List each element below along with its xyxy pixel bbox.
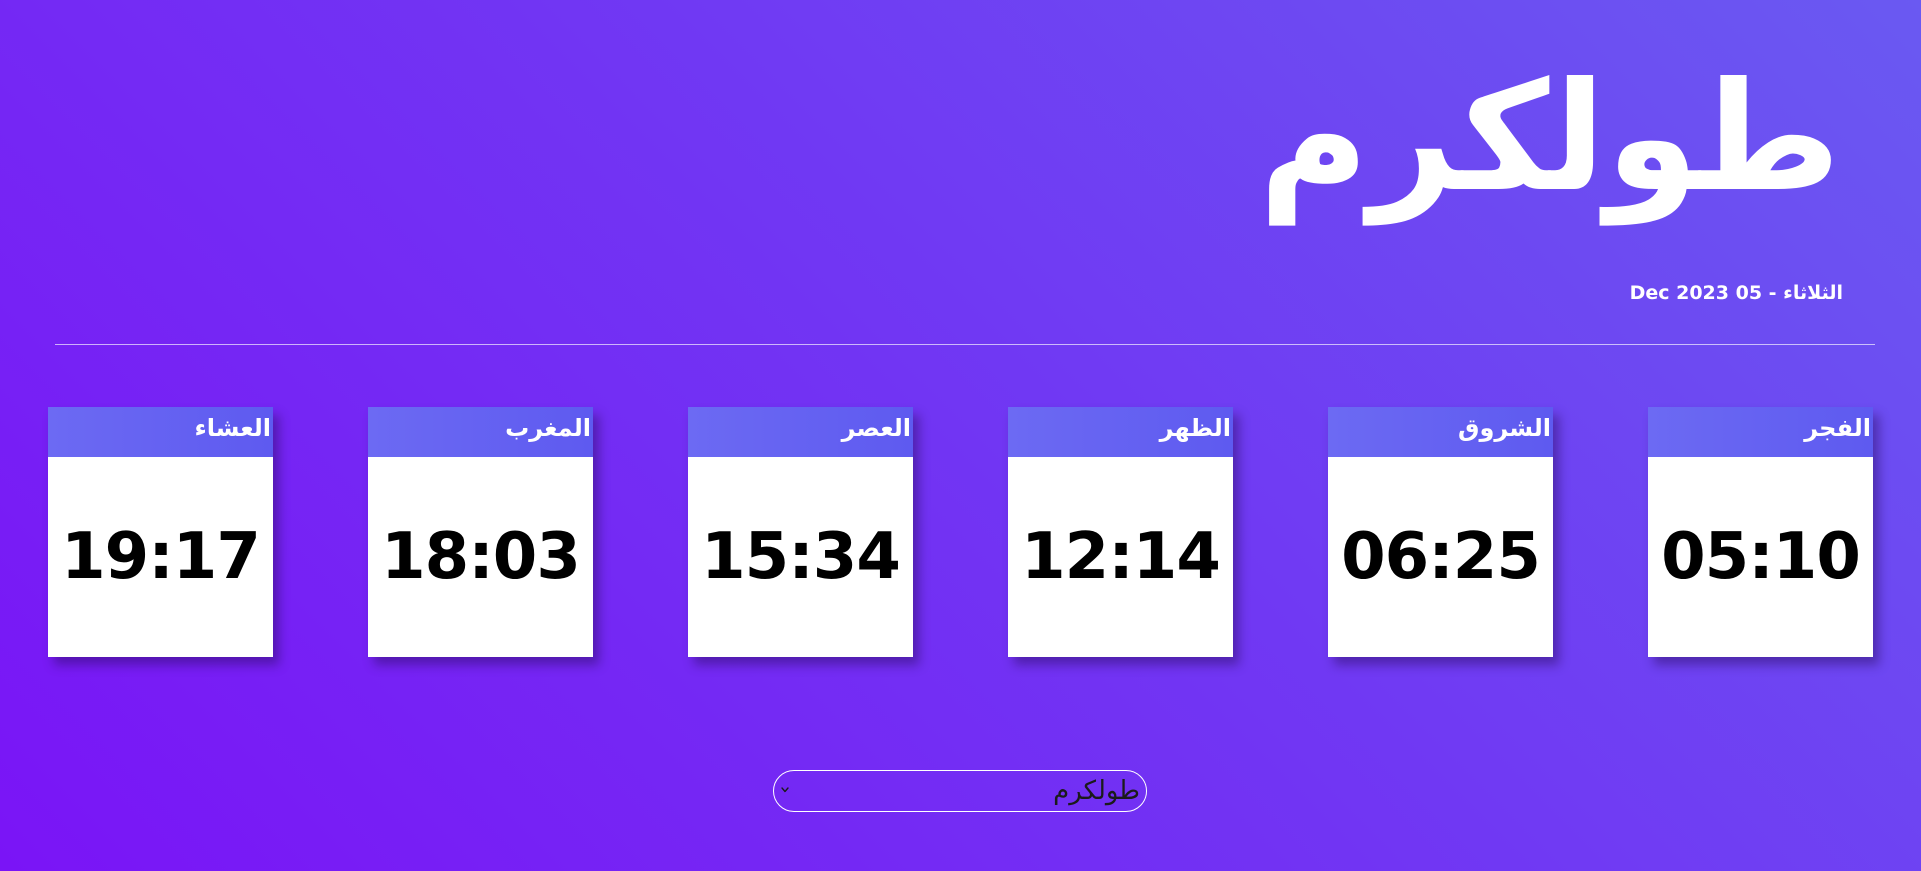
prayer-name: العصر <box>841 414 911 442</box>
prayer-card-header: العشاء <box>48 407 273 457</box>
prayer-name: الظهر <box>1159 414 1231 442</box>
header-divider <box>55 344 1875 345</box>
prayer-time: 12:14 <box>1021 520 1221 594</box>
prayer-card-maghrib: المغرب 18:03 <box>368 407 593 657</box>
prayer-card-header: الشروق <box>1328 407 1553 457</box>
city-select[interactable]: طولكرم <box>773 770 1147 812</box>
prayer-time: 19:17 <box>61 520 261 594</box>
prayer-time: 06:25 <box>1341 520 1541 594</box>
prayer-time: 18:03 <box>381 520 581 594</box>
prayer-times-page: طولكرم الثلاثاء - 05 Dec 2023 الفجر 05:1… <box>0 0 1921 871</box>
prayer-card-header: الظهر <box>1008 407 1233 457</box>
prayer-name: المغرب <box>505 414 591 442</box>
prayer-card-fajr: الفجر 05:10 <box>1648 407 1873 657</box>
prayer-time: 05:10 <box>1661 520 1861 594</box>
prayer-name: الشروق <box>1458 414 1551 442</box>
prayer-time: 15:34 <box>701 520 901 594</box>
chevron-down-icon <box>781 787 789 793</box>
prayer-cards: الفجر 05:10 الشروق 06:25 الظهر 12:14 الع… <box>0 407 1921 657</box>
prayer-card-header: العصر <box>688 407 913 457</box>
prayer-name: الفجر <box>1804 414 1871 442</box>
prayer-name: العشاء <box>194 414 272 442</box>
prayer-card-asr: العصر 15:34 <box>688 407 913 657</box>
prayer-card-header: الفجر <box>1648 407 1873 457</box>
prayer-card-sunrise: الشروق 06:25 <box>1328 407 1553 657</box>
city-title: طولكرم <box>1258 51 1841 225</box>
prayer-card-header: المغرب <box>368 407 593 457</box>
city-select-value: طولكرم <box>1053 776 1140 806</box>
prayer-card-isha: العشاء 19:17 <box>48 407 273 657</box>
current-date: الثلاثاء - 05 Dec 2023 <box>1629 282 1843 304</box>
prayer-card-dhuhr: الظهر 12:14 <box>1008 407 1233 657</box>
